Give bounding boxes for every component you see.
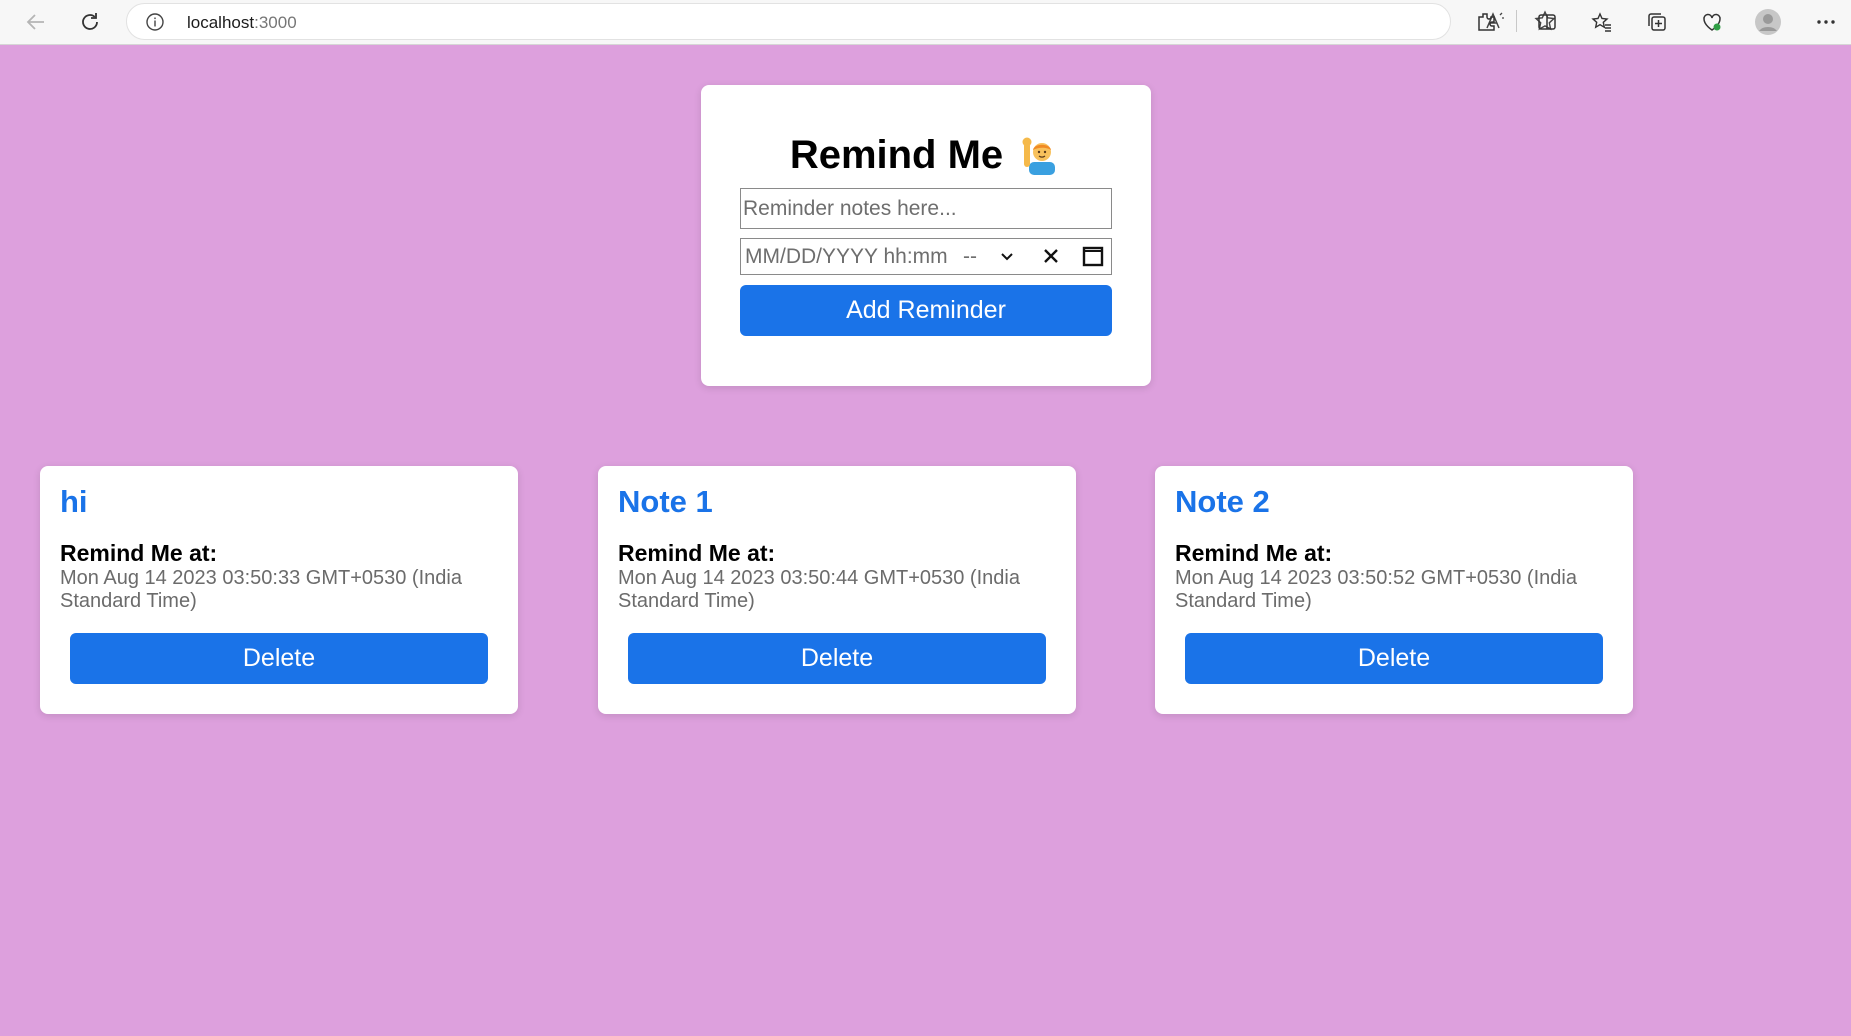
reminder-card: Note 2 Remind Me at: Mon Aug 14 2023 03:…	[1155, 466, 1633, 714]
clear-icon[interactable]	[1041, 246, 1061, 272]
extensions-icon[interactable]	[1470, 6, 1502, 38]
reminder-title: Note 1	[618, 484, 713, 519]
page-title: Remind Me	[0, 128, 1851, 182]
profile-avatar-icon[interactable]	[1752, 6, 1784, 38]
reminder-date: Mon Aug 14 2023 03:50:52 GMT+0530 (India…	[1175, 567, 1577, 612]
raising-hand-emoji-icon	[1021, 135, 1061, 175]
chevron-down-icon[interactable]	[999, 247, 1015, 271]
browser-toolbar: localhost:3000	[0, 0, 1851, 45]
datetime-placeholder: MM/DD/YYYY hh:mm	[745, 245, 948, 268]
delete-button[interactable]: Delete	[1185, 633, 1603, 684]
reminder-card: hi Remind Me at: Mon Aug 14 2023 03:50:3…	[40, 466, 518, 714]
more-options-icon[interactable]	[1810, 6, 1842, 38]
reminder-label: Remind Me at:	[618, 540, 776, 566]
datetime-input[interactable]: MM/DD/YYYY hh:mm --	[740, 238, 1112, 275]
url-host: localhost	[187, 13, 255, 32]
refresh-icon[interactable]	[74, 6, 106, 38]
reminder-card: Note 1 Remind Me at: Mon Aug 14 2023 03:…	[598, 466, 1076, 714]
reminder-label: Remind Me at:	[60, 540, 218, 566]
reminder-title: hi	[60, 484, 88, 519]
calendar-icon[interactable]	[1081, 244, 1105, 274]
add-reminder-button[interactable]: Add Reminder	[740, 285, 1112, 336]
delete-button[interactable]: Delete	[628, 633, 1046, 684]
toolbar-separator	[1516, 10, 1517, 32]
browser-essentials-icon[interactable]	[1696, 6, 1728, 38]
reminder-label: Remind Me at:	[1175, 540, 1333, 566]
page-title-text: Remind Me	[789, 132, 1004, 177]
back-icon[interactable]	[20, 6, 52, 38]
favorites-icon[interactable]	[1586, 6, 1618, 38]
reminder-title: Note 2	[1175, 484, 1270, 519]
delete-button[interactable]: Delete	[70, 633, 488, 684]
reminder-date: Mon Aug 14 2023 03:50:33 GMT+0530 (India…	[60, 567, 462, 612]
reminder-date: Mon Aug 14 2023 03:50:44 GMT+0530 (India…	[618, 567, 1020, 612]
split-screen-icon[interactable]	[1531, 6, 1563, 38]
reminder-notes-input[interactable]	[740, 188, 1112, 229]
collections-icon[interactable]	[1641, 6, 1673, 38]
site-info-icon[interactable]	[145, 12, 165, 37]
url-port: :3000	[254, 13, 297, 32]
address-bar[interactable]: localhost:3000	[126, 3, 1556, 40]
url-text: localhost:3000	[187, 13, 297, 33]
datetime-ampm[interactable]: --	[963, 245, 977, 269]
